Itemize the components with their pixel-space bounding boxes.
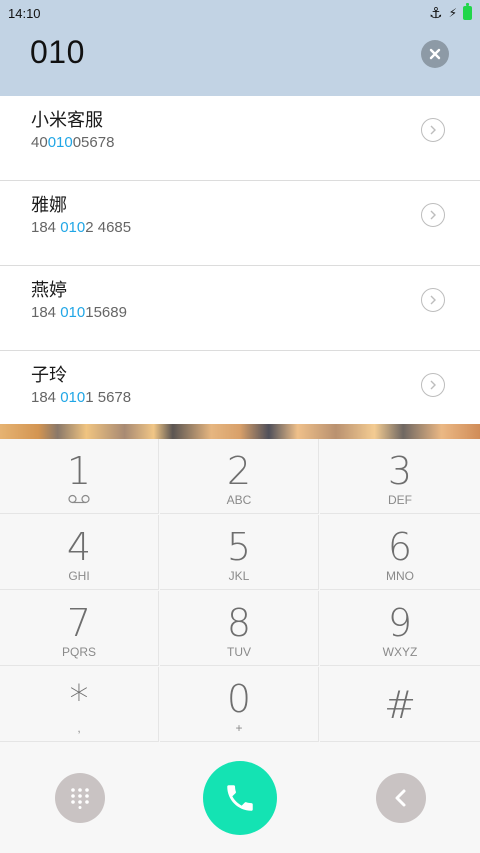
contact-name: 燕婷: [31, 280, 67, 301]
key-0[interactable]: 0 +: [160, 667, 319, 742]
detail-button[interactable]: [421, 118, 445, 142]
dialpad-toggle-button[interactable]: [55, 773, 105, 823]
key-digit: *: [69, 677, 89, 721]
key-letters: TUV: [227, 645, 251, 659]
contact-number: 184 0102 4685: [31, 219, 132, 236]
result-item[interactable]: 燕婷 184 01015689: [0, 266, 480, 351]
key-digit: 7: [66, 601, 92, 645]
back-chevron-icon: [395, 789, 406, 807]
result-item[interactable]: 小米客服 4001005678: [0, 96, 480, 181]
key-2[interactable]: 2 ABC: [160, 439, 319, 514]
key-6[interactable]: 6 MNO: [320, 515, 480, 590]
clear-x-icon: [429, 48, 441, 60]
status-time: 14:10: [8, 6, 41, 21]
key-star[interactable]: * ,: [0, 667, 159, 742]
detail-button[interactable]: [421, 373, 445, 397]
contact-name: 雅娜: [31, 195, 67, 216]
dial-query-input[interactable]: 010: [30, 34, 85, 71]
contact-name: 子玲: [31, 365, 67, 386]
key-digit: 8: [226, 601, 252, 645]
key-3[interactable]: 3 DEF: [320, 439, 480, 514]
call-button[interactable]: [203, 761, 277, 835]
key-digit: 2: [226, 449, 252, 493]
key-letters: +: [235, 721, 243, 735]
search-header: 14:10 ⚓ ⚡ 010: [0, 0, 480, 96]
phone-icon: [227, 785, 253, 811]
bottom-action-bar: [0, 742, 480, 853]
key-8[interactable]: 8 TUV: [160, 591, 319, 666]
voicemail-icon: [68, 494, 90, 504]
dialpad-grid-icon: [71, 788, 89, 809]
key-digit: 3: [387, 449, 413, 493]
contact-number: 4001005678: [31, 134, 115, 151]
key-digit: 6: [387, 525, 413, 569]
battery-icon: [463, 3, 472, 20]
key-digit: 1: [66, 449, 92, 493]
key-9[interactable]: 9 WXYZ: [320, 591, 480, 666]
result-item[interactable]: 雅娜 184 0102 4685: [0, 181, 480, 266]
anchor-icon: ⚓: [429, 4, 443, 22]
key-4[interactable]: 4 GHI: [0, 515, 159, 590]
key-7[interactable]: 7 PQRS: [0, 591, 159, 666]
key-letters: JKL: [228, 569, 250, 583]
key-letters: MNO: [386, 569, 414, 583]
key-digit: 0: [226, 677, 252, 721]
key-letters: GHI: [68, 569, 90, 583]
chevron-right-circle-icon: [430, 380, 436, 390]
contact-name: 小米客服: [31, 110, 103, 131]
contact-number: 184 01015689: [31, 304, 127, 321]
key-digit: 9: [387, 601, 413, 645]
chevron-right-circle-icon: [430, 125, 436, 135]
key-digit: 4: [66, 525, 92, 569]
key-letters: PQRS: [61, 645, 96, 659]
key-digit: #: [384, 683, 416, 727]
key-letters: ABC: [226, 493, 252, 507]
dial-keypad: 1 2 ABC 3 DEF 4 GHI 5 JKL 6 MNO 7 PQRS 8…: [0, 439, 480, 742]
backspace-button[interactable]: [376, 773, 426, 823]
key-letters: WXYZ: [382, 645, 418, 659]
chevron-right-circle-icon: [430, 210, 436, 220]
key-1[interactable]: 1: [0, 439, 159, 514]
number-match: 010: [47, 134, 73, 151]
clear-button[interactable]: [421, 40, 449, 68]
key-letters: DEF: [388, 493, 412, 507]
status-icons: ⚓ ⚡: [429, 3, 472, 22]
number-match: 010: [60, 389, 86, 406]
key-letters: ,: [77, 721, 81, 735]
search-results-list: 小米客服 4001005678 雅娜 184 0102 4685 燕婷 184 …: [0, 96, 480, 436]
key-digit: 5: [226, 525, 252, 569]
key-hash[interactable]: #: [320, 667, 480, 742]
detail-button[interactable]: [421, 288, 445, 312]
key-5[interactable]: 5 JKL: [160, 515, 319, 590]
detail-button[interactable]: [421, 203, 445, 227]
number-match: 010: [60, 304, 86, 321]
wallpaper-strip: [0, 424, 480, 439]
chevron-right-circle-icon: [430, 295, 436, 305]
number-match: 010: [60, 219, 86, 236]
charging-bolt-icon: ⚡: [448, 6, 457, 20]
contact-number: 184 0101 5678: [31, 389, 132, 406]
